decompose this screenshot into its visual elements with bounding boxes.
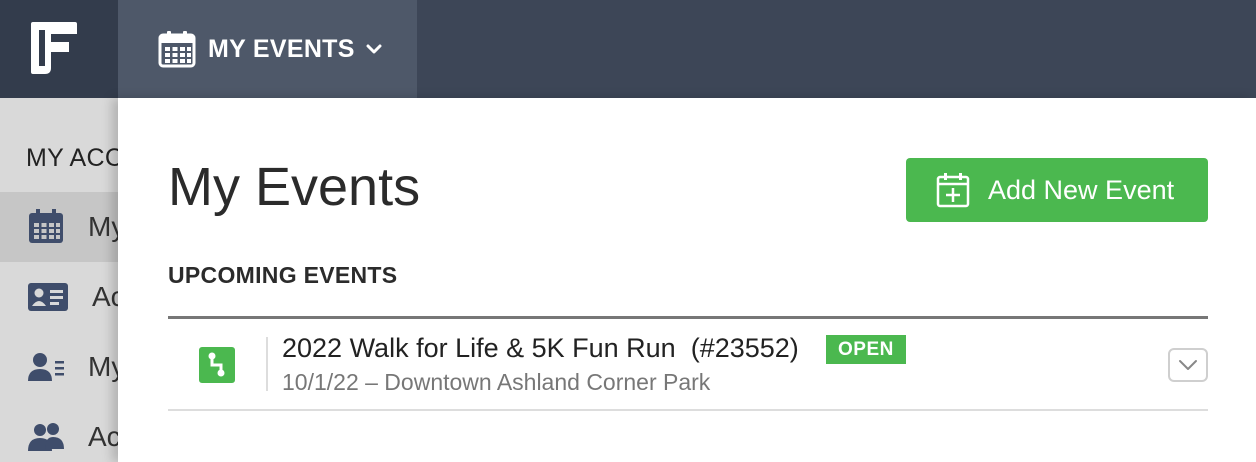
add-new-event-button[interactable]: Add New Event <box>906 158 1208 222</box>
status-badge: OPEN <box>826 335 906 364</box>
event-title-link[interactable]: 2022 Walk for Life & 5K Fun Run (#23552) <box>282 333 799 364</box>
race-route-icon <box>199 347 235 383</box>
account-sidebar: MY ACC My <box>0 98 118 462</box>
calendar-icon <box>27 209 65 245</box>
app-logo-icon <box>31 22 77 74</box>
sidebar-item-account-info[interactable]: Ac <box>0 262 118 332</box>
logo-link[interactable] <box>0 0 118 98</box>
sidebar-item-label: My <box>88 351 118 382</box>
id-card-icon <box>27 279 69 315</box>
sidebar-item-account-users[interactable]: Ac <box>0 402 118 462</box>
my-events-nav-label: MY EVENTS <box>208 34 355 63</box>
main-panel: My Events Add New Event UPCOMING EVENTS … <box>118 98 1256 462</box>
sidebar-item-label: Ac <box>88 421 118 452</box>
sidebar-item-label: My <box>88 211 118 242</box>
add-new-event-label: Add New Event <box>988 174 1175 205</box>
calendar-add-icon <box>936 173 970 208</box>
sidebar-section-heading: MY ACC <box>26 144 118 172</box>
sidebar-item-my-profiles[interactable]: My <box>0 332 118 402</box>
row-divider <box>266 337 268 391</box>
top-navigation-bar: MY EVENTS <box>0 0 1256 98</box>
page-title: My Events <box>168 157 421 217</box>
user-list-icon <box>27 349 65 385</box>
sidebar-item-my-events[interactable]: My <box>0 192 118 262</box>
list-item[interactable]: 2022 Walk for Life & 5K Fun Run (#23552)… <box>168 319 1208 411</box>
expand-event-button[interactable] <box>1168 348 1208 382</box>
events-list: 2022 Walk for Life & 5K Fun Run (#23552)… <box>168 316 1208 411</box>
my-events-dropdown[interactable]: MY EVENTS <box>118 0 417 98</box>
chevron-down-icon <box>1179 360 1197 370</box>
chevron-down-icon <box>366 44 382 54</box>
event-date-location: 10/1/22 – Downtown Ashland Corner Park <box>282 369 711 395</box>
calendar-icon <box>158 31 196 68</box>
users-icon <box>27 419 65 455</box>
upcoming-events-heading: UPCOMING EVENTS <box>168 262 398 288</box>
sidebar-item-label: Ac <box>92 281 118 312</box>
